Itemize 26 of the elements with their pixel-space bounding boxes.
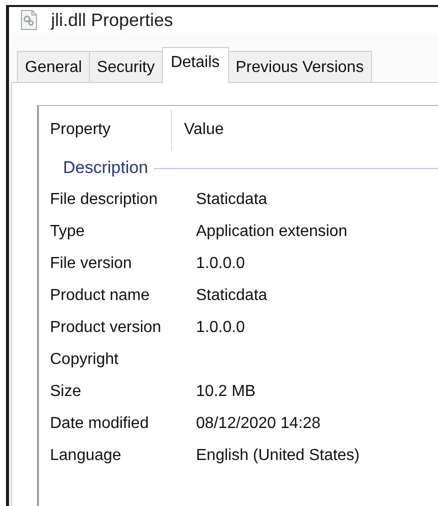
- table-cell: 10.2 MB: [196, 383, 256, 401]
- tab[interactable]: Previous Versions: [228, 51, 372, 82]
- table-cell-text: File description: [49, 191, 159, 209]
- column-header[interactable]: Value: [172, 121, 224, 139]
- table-cell-text: Product name: [49, 287, 151, 305]
- table-cell: 08/12/2020 14:28: [196, 415, 321, 433]
- column-header[interactable]: Property: [39, 110, 172, 150]
- tab[interactable]: Details: [162, 47, 229, 83]
- window-title: jli.dll Properties: [51, 10, 174, 30]
- table-cell-text: Type: [49, 223, 86, 241]
- table-cell: 1.0.0.0: [196, 319, 245, 337]
- table-cell-text: File version: [49, 255, 133, 273]
- file-gear-icon: [21, 10, 37, 30]
- table-cell: 1.0.0.0: [196, 255, 245, 273]
- table-cell: Staticdata: [196, 287, 268, 305]
- table-cell: Staticdata: [196, 191, 268, 209]
- table-cell-text: Date modified: [49, 415, 150, 433]
- group-header: Description: [63, 158, 148, 178]
- table-cell: English (United States): [196, 447, 360, 465]
- table-cell: Application extension: [196, 223, 348, 241]
- table-cell-text: Product version: [49, 319, 162, 337]
- table-cell-text: Size: [49, 383, 82, 401]
- table-cell-text: Copyright: [49, 351, 120, 369]
- table-cell-text: Language: [49, 447, 122, 465]
- tab[interactable]: General: [17, 51, 90, 82]
- tab[interactable]: Security: [88, 51, 163, 82]
